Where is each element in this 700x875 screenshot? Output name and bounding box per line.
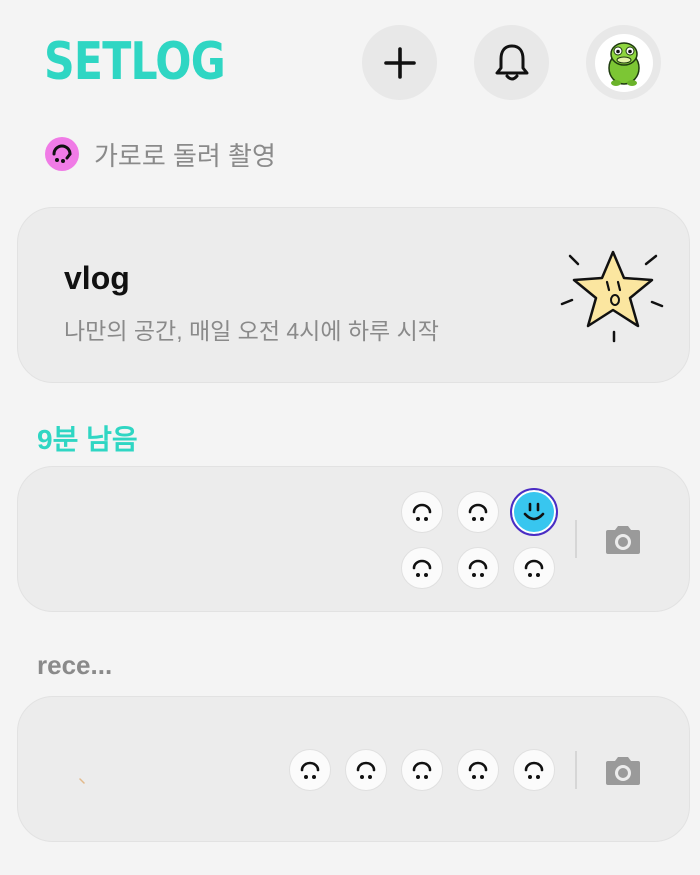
green-character-avatar-icon [607,41,640,86]
smiley-face-icon [524,559,544,577]
divider [575,751,577,789]
rotate-hint: 가로로 돌려 촬영 [44,136,276,172]
recent-card [17,696,690,842]
mood-face-3[interactable] [401,749,443,791]
divider [575,520,577,558]
plus-icon [383,46,416,79]
today-card [17,466,690,612]
smiley-face-icon [356,761,376,779]
smiley-face-icon [468,761,488,779]
smiley-face-icon [468,503,488,521]
camera-icon [606,757,640,785]
app-logo[interactable]: SETLOG [44,30,226,94]
camera-button[interactable] [602,523,644,557]
mood-face-1[interactable] [289,749,331,791]
mood-face-6[interactable] [513,547,555,589]
mood-face-2[interactable] [457,491,499,533]
bell-icon [495,44,528,80]
vlog-card[interactable]: vlog 나만의 공간, 매일 오전 4시에 하루 시작 [17,207,690,383]
notifications-button[interactable] [474,25,549,100]
app-header: SETLOG [0,0,700,125]
smiley-face-icon [524,761,544,779]
smiley-face-icon [412,559,432,577]
mood-face-3-active[interactable] [510,488,558,536]
add-button[interactable] [362,25,437,100]
mood-face-4[interactable] [457,749,499,791]
vlog-title: vlog [64,260,130,296]
recent-section-label: rece... [37,650,113,680]
profile-button[interactable] [586,25,661,100]
rotate-hint-text: 가로로 돌려 촬영 [94,140,276,171]
camera-icon [606,526,640,554]
star-character-icon [560,250,664,343]
smiley-face-icon [468,559,488,577]
mood-face-5[interactable] [457,547,499,589]
smiley-face-icon [412,761,432,779]
smiley-face-icon [412,503,432,521]
rotate-smiley-icon [45,137,79,171]
mood-face-4[interactable] [401,547,443,589]
decorative-mark [79,778,85,784]
camera-button[interactable] [602,754,644,788]
time-remaining-label: 9분 남음 [37,424,138,455]
happy-face-icon [523,502,545,521]
vlog-subtitle: 나만의 공간, 매일 오전 4시에 하루 시작 [64,318,439,344]
smiley-face-icon [300,761,320,779]
mood-face-5[interactable] [513,749,555,791]
mood-face-2[interactable] [345,749,387,791]
mood-face-1[interactable] [401,491,443,533]
avatar [594,33,653,92]
